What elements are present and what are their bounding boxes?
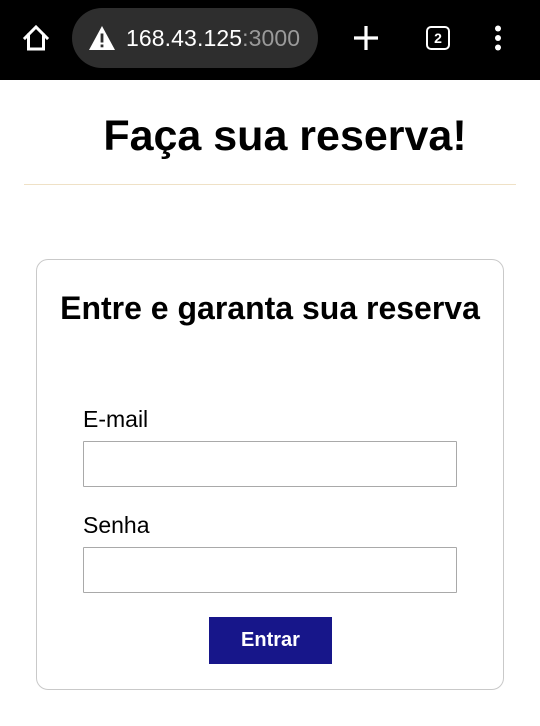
password-label: Senha <box>83 512 150 538</box>
email-field[interactable] <box>83 441 457 487</box>
address-bar[interactable]: 168.43.125:3000 <box>72 8 318 68</box>
card-heading: Entre e garanta sua reserva <box>60 290 480 326</box>
password-field[interactable] <box>83 547 457 593</box>
plus-icon <box>354 26 378 50</box>
url-host: 168.43.125 <box>126 24 243 51</box>
login-card: Entre e garanta sua reserva E-mail Senha… <box>36 259 504 690</box>
tabs-icon: 2 <box>426 26 450 50</box>
tab-count: 2 <box>434 30 442 46</box>
browser-menu-button[interactable] <box>482 20 514 56</box>
page-title: Faça sua reserva! <box>103 112 467 160</box>
more-vert-icon <box>495 25 501 51</box>
browser-toolbar: 168.43.125:3000 2 <box>0 0 540 80</box>
new-tab-button[interactable] <box>348 20 384 56</box>
warning-icon[interactable] <box>88 24 116 52</box>
home-button[interactable] <box>18 20 54 56</box>
url-text: 168.43.125:3000 <box>126 25 300 52</box>
title-divider <box>24 184 516 185</box>
home-icon <box>22 24 50 51</box>
email-label: E-mail <box>83 406 149 432</box>
submit-button[interactable]: Entrar <box>209 617 332 664</box>
url-port: :3000 <box>242 24 301 51</box>
tab-switcher-button[interactable]: 2 <box>420 20 456 56</box>
